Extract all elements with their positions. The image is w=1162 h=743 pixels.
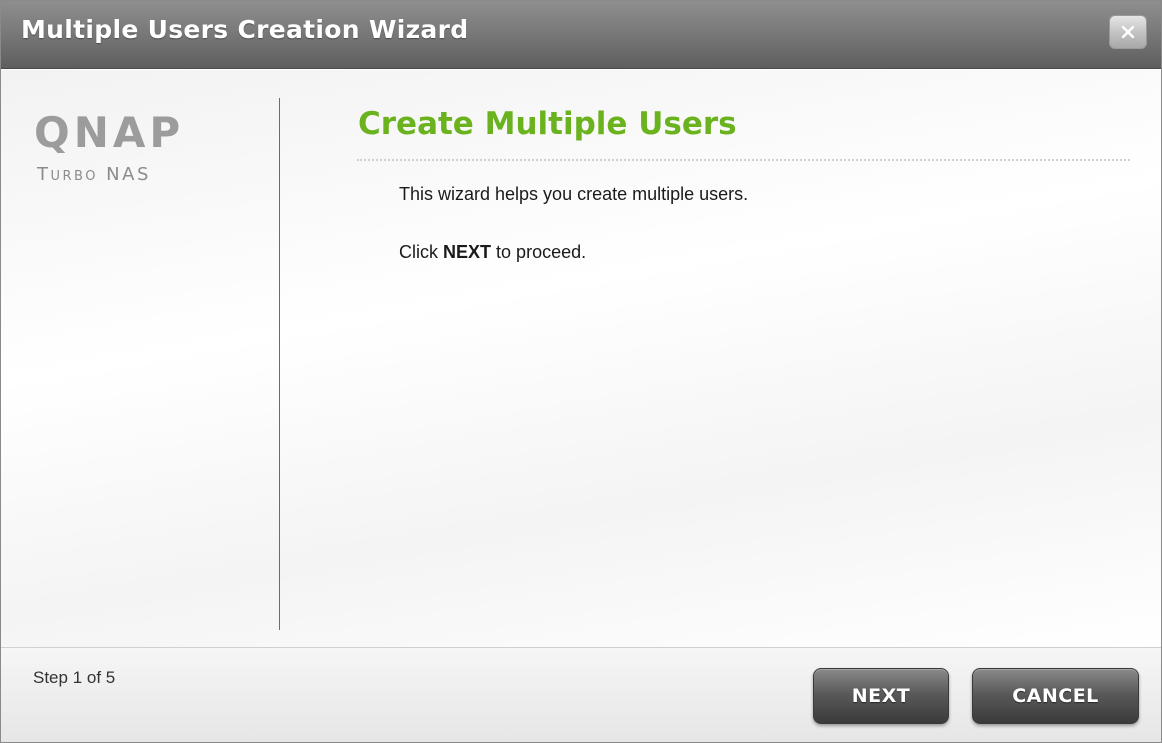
- wizard-footer: Step 1 of 5 NEXT CANCEL: [1, 647, 1161, 742]
- wizard-description: This wizard helps you create multiple us…: [399, 184, 749, 204]
- vertical-divider: [279, 98, 280, 630]
- wizard-dialog: Multiple Users Creation Wizard QNAP Turb…: [0, 0, 1162, 743]
- window-title: Multiple Users Creation Wizard: [21, 15, 469, 44]
- cancel-button[interactable]: CANCEL: [972, 668, 1139, 724]
- logo-brand: QNAP: [34, 108, 185, 157]
- wizard-instruction: Click NEXT to proceed.: [399, 242, 586, 263]
- logo-product: Turbo NAS: [37, 164, 151, 185]
- step-indicator: Step 1 of 5: [33, 668, 116, 687]
- qnap-logo: QNAP Turbo NAS: [34, 112, 224, 192]
- page-title: Create Multiple Users: [358, 106, 737, 142]
- instruction-keyword: NEXT: [443, 242, 492, 262]
- next-button[interactable]: NEXT: [813, 668, 949, 724]
- wizard-content: QNAP Turbo NAS Create Multiple Users Thi…: [1, 70, 1161, 647]
- instruction-suffix: to proceed.: [496, 242, 587, 262]
- instruction-prefix: Click: [399, 242, 438, 262]
- title-dotted-divider: [357, 159, 1130, 161]
- title-bar[interactable]: Multiple Users Creation Wizard: [1, 1, 1161, 69]
- close-button[interactable]: [1109, 15, 1147, 49]
- close-icon: [1120, 24, 1136, 40]
